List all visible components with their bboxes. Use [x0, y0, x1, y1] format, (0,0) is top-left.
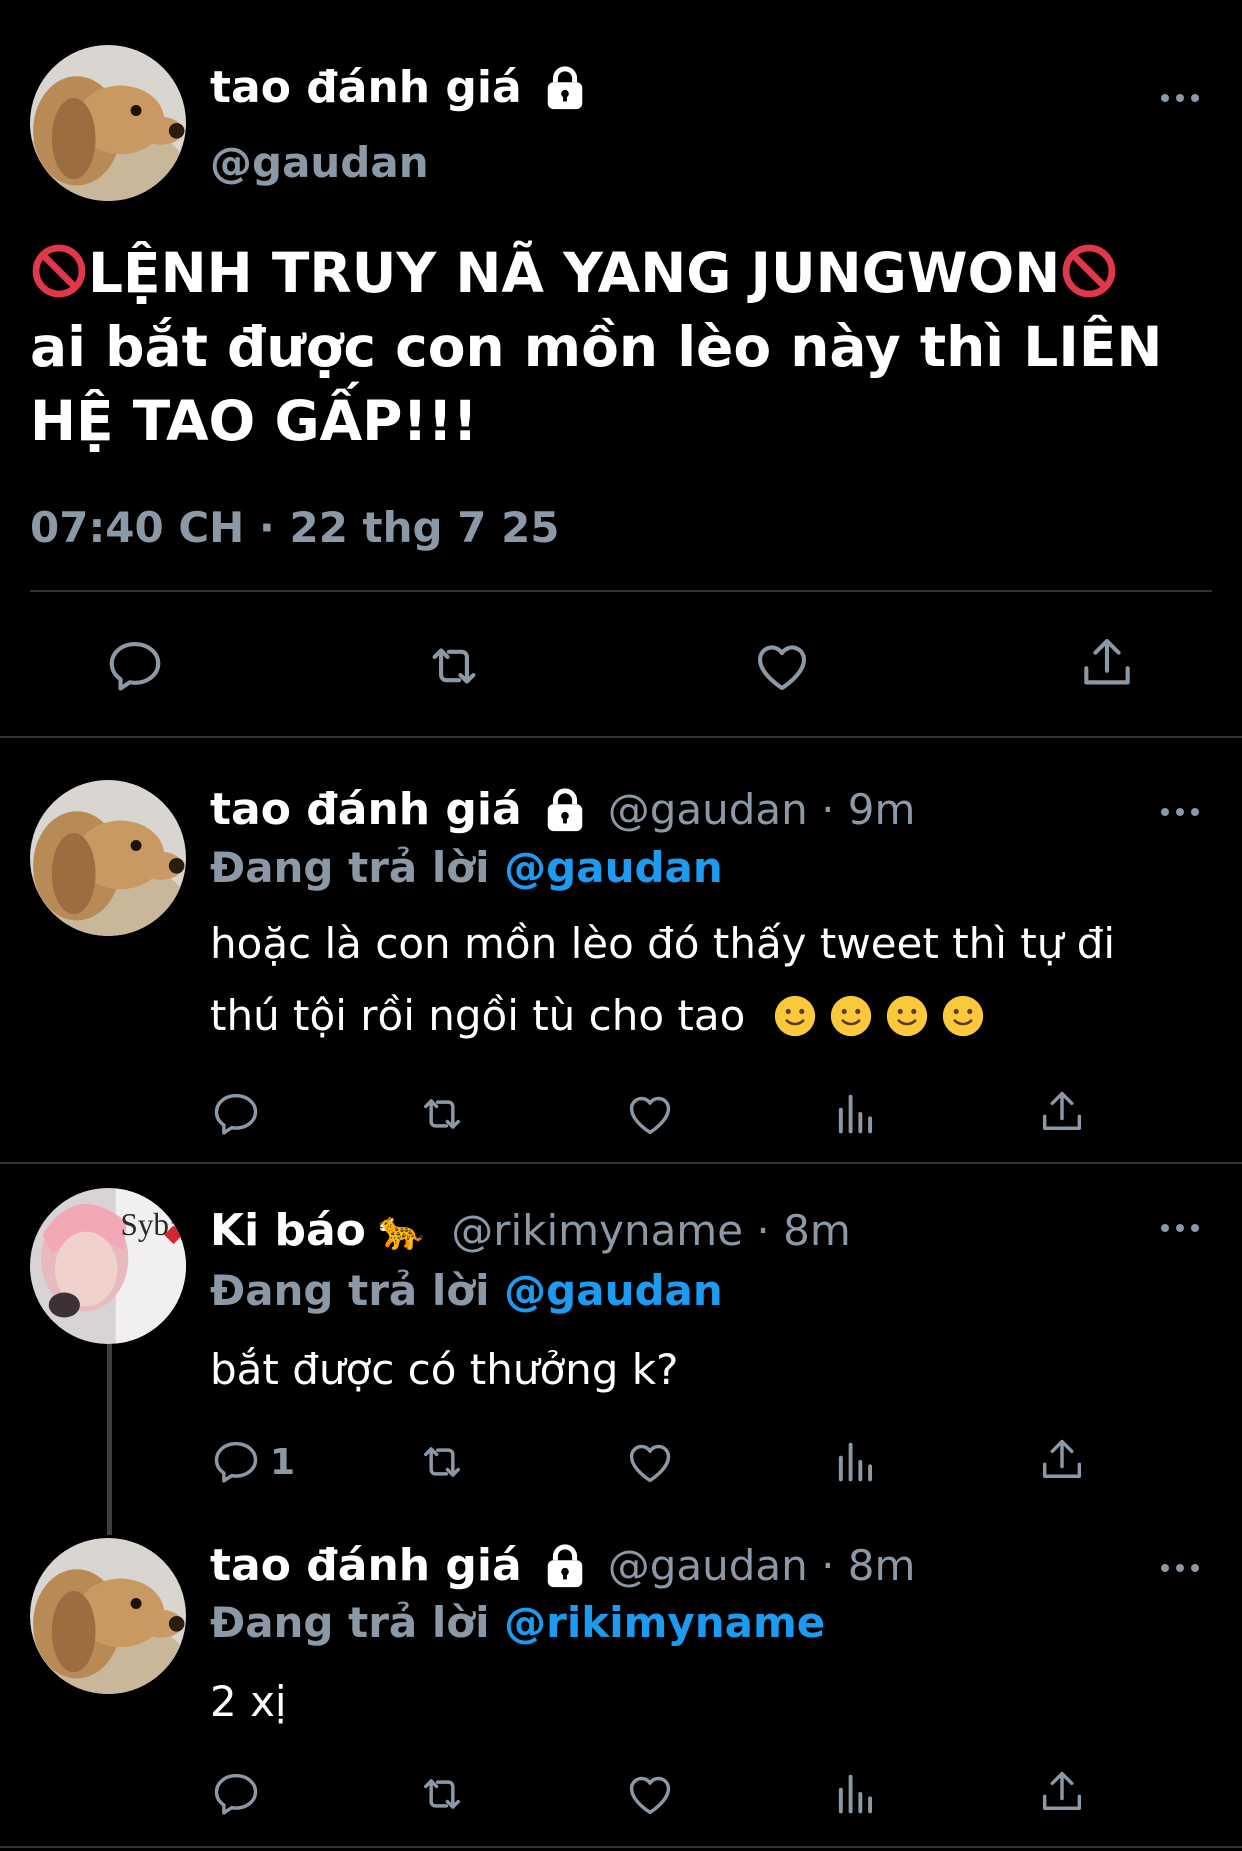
avatar[interactable] — [30, 1538, 186, 1694]
slightly-smiling-emoji — [773, 994, 817, 1038]
divider — [0, 1162, 1242, 1164]
author-handle[interactable]: @gaudan — [210, 138, 429, 187]
replying-to: Đang trả lời @rikimyname — [210, 1598, 825, 1647]
retweet-icon — [423, 635, 485, 697]
handle-time[interactable]: @gaudan · 8m — [608, 1541, 916, 1590]
like-button[interactable] — [751, 635, 813, 697]
replying-label: Đang trả lời — [210, 1598, 505, 1647]
avatar[interactable] — [30, 45, 186, 201]
reply-header: tao đánh giá @gaudan · 8m — [210, 1540, 915, 1591]
mention-link[interactable]: @gaudan — [504, 843, 723, 892]
author-name[interactable]: tao đánh giá — [210, 784, 522, 835]
like-button[interactable] — [624, 1436, 676, 1488]
divider — [0, 1846, 1242, 1848]
reply-button[interactable] — [210, 1768, 262, 1820]
analytics-icon — [830, 1768, 882, 1820]
more-icon[interactable] — [1160, 1558, 1200, 1578]
analytics-icon — [830, 1088, 882, 1140]
reply-button[interactable] — [104, 635, 166, 697]
author-name[interactable]: tao đánh giá — [210, 62, 522, 113]
share-button[interactable] — [1036, 1434, 1088, 1486]
author-name-row: tao đánh giá — [210, 62, 588, 113]
reply-count: 1 — [270, 1441, 296, 1483]
author-name[interactable]: Ki báo — [210, 1205, 366, 1256]
mention-link[interactable]: @gaudan — [504, 1266, 723, 1315]
divider — [0, 736, 1242, 738]
more-icon[interactable] — [1160, 1218, 1200, 1238]
prohibited-icon — [30, 242, 88, 300]
avatar[interactable] — [30, 780, 186, 936]
tweet-text: LỆNH TRUY NÃ YANG JUNGWON ai bắt được co… — [30, 236, 1220, 458]
reply-header: Ki báo 🐆 @rikimyname · 8m — [210, 1205, 851, 1256]
like-icon — [624, 1768, 676, 1820]
share-icon — [1036, 1086, 1088, 1138]
thread-line — [107, 1340, 112, 1535]
lock-icon — [542, 65, 588, 111]
retweet-button[interactable] — [416, 1768, 468, 1820]
retweet-icon — [416, 1088, 468, 1140]
retweet-button[interactable] — [423, 635, 485, 697]
retweet-icon — [416, 1768, 468, 1820]
replying-to: Đang trả lời @gaudan — [210, 1266, 723, 1315]
handle-time[interactable]: @gaudan · 9m — [608, 785, 916, 834]
reply-button[interactable] — [210, 1088, 270, 1140]
lock-icon — [542, 787, 588, 833]
leopard-emoji: 🐆 — [377, 1208, 426, 1252]
analytics-icon — [830, 1436, 882, 1488]
prohibited-icon — [1060, 242, 1118, 300]
reply-text: hoặc là con mồn lèo đó thấy tweet thì tự… — [210, 908, 1220, 1052]
slightly-smiling-emoji — [941, 994, 985, 1038]
like-button[interactable] — [624, 1088, 676, 1140]
avatar[interactable] — [30, 1188, 186, 1344]
like-icon — [624, 1436, 676, 1488]
retweet-button[interactable] — [416, 1088, 468, 1140]
like-icon — [751, 635, 813, 697]
mention-link[interactable]: @rikimyname — [504, 1598, 825, 1647]
reply-icon — [210, 1768, 262, 1820]
lock-icon — [542, 1543, 588, 1589]
replying-label: Đang trả lời — [210, 843, 505, 892]
analytics-button[interactable] — [830, 1436, 882, 1488]
more-icon[interactable] — [1160, 802, 1200, 822]
reply-icon — [104, 635, 166, 697]
reply-header: tao đánh giá @gaudan · 9m — [210, 784, 915, 835]
reply-icon — [210, 1088, 262, 1140]
slightly-smiling-emoji — [829, 994, 873, 1038]
share-button[interactable] — [1036, 1766, 1088, 1818]
share-icon — [1076, 632, 1138, 694]
tweet-timestamp[interactable]: 07:40 CH · 22 thg 7 25 — [30, 503, 560, 552]
reply-text-line1: hoặc là con mồn lèo đó thấy tweet thì tự… — [210, 919, 1116, 968]
analytics-button[interactable] — [830, 1768, 882, 1820]
share-button[interactable] — [1036, 1086, 1088, 1138]
replying-to: Đang trả lời @gaudan — [210, 843, 723, 892]
like-button[interactable] — [624, 1768, 676, 1820]
replying-label: Đang trả lời — [210, 1266, 505, 1315]
analytics-button[interactable] — [830, 1088, 882, 1140]
like-icon — [624, 1088, 676, 1140]
reply-icon — [210, 1436, 262, 1488]
divider — [30, 590, 1212, 592]
slightly-smiling-emoji — [885, 994, 929, 1038]
reply-text: 2 xị — [210, 1677, 287, 1726]
share-icon — [1036, 1766, 1088, 1818]
reply-text-line2: thú tội rồi ngồi tù cho tao — [210, 991, 746, 1040]
reply-button[interactable]: 1 — [210, 1436, 295, 1488]
retweet-button[interactable] — [416, 1436, 468, 1488]
tweet-text-rest: ai bắt được con mồn lèo này thì LIÊN HỆ … — [30, 315, 1163, 453]
handle-time[interactable]: @rikimyname · 8m — [451, 1206, 851, 1255]
reply-text: bắt được có thưởng k? — [210, 1345, 679, 1394]
tweet-text-line1: LỆNH TRUY NÃ YANG JUNGWON — [88, 241, 1061, 305]
share-icon — [1036, 1434, 1088, 1486]
retweet-icon — [416, 1436, 468, 1488]
author-name[interactable]: tao đánh giá — [210, 1540, 522, 1591]
share-button[interactable] — [1076, 632, 1138, 694]
more-icon[interactable] — [1160, 88, 1200, 108]
